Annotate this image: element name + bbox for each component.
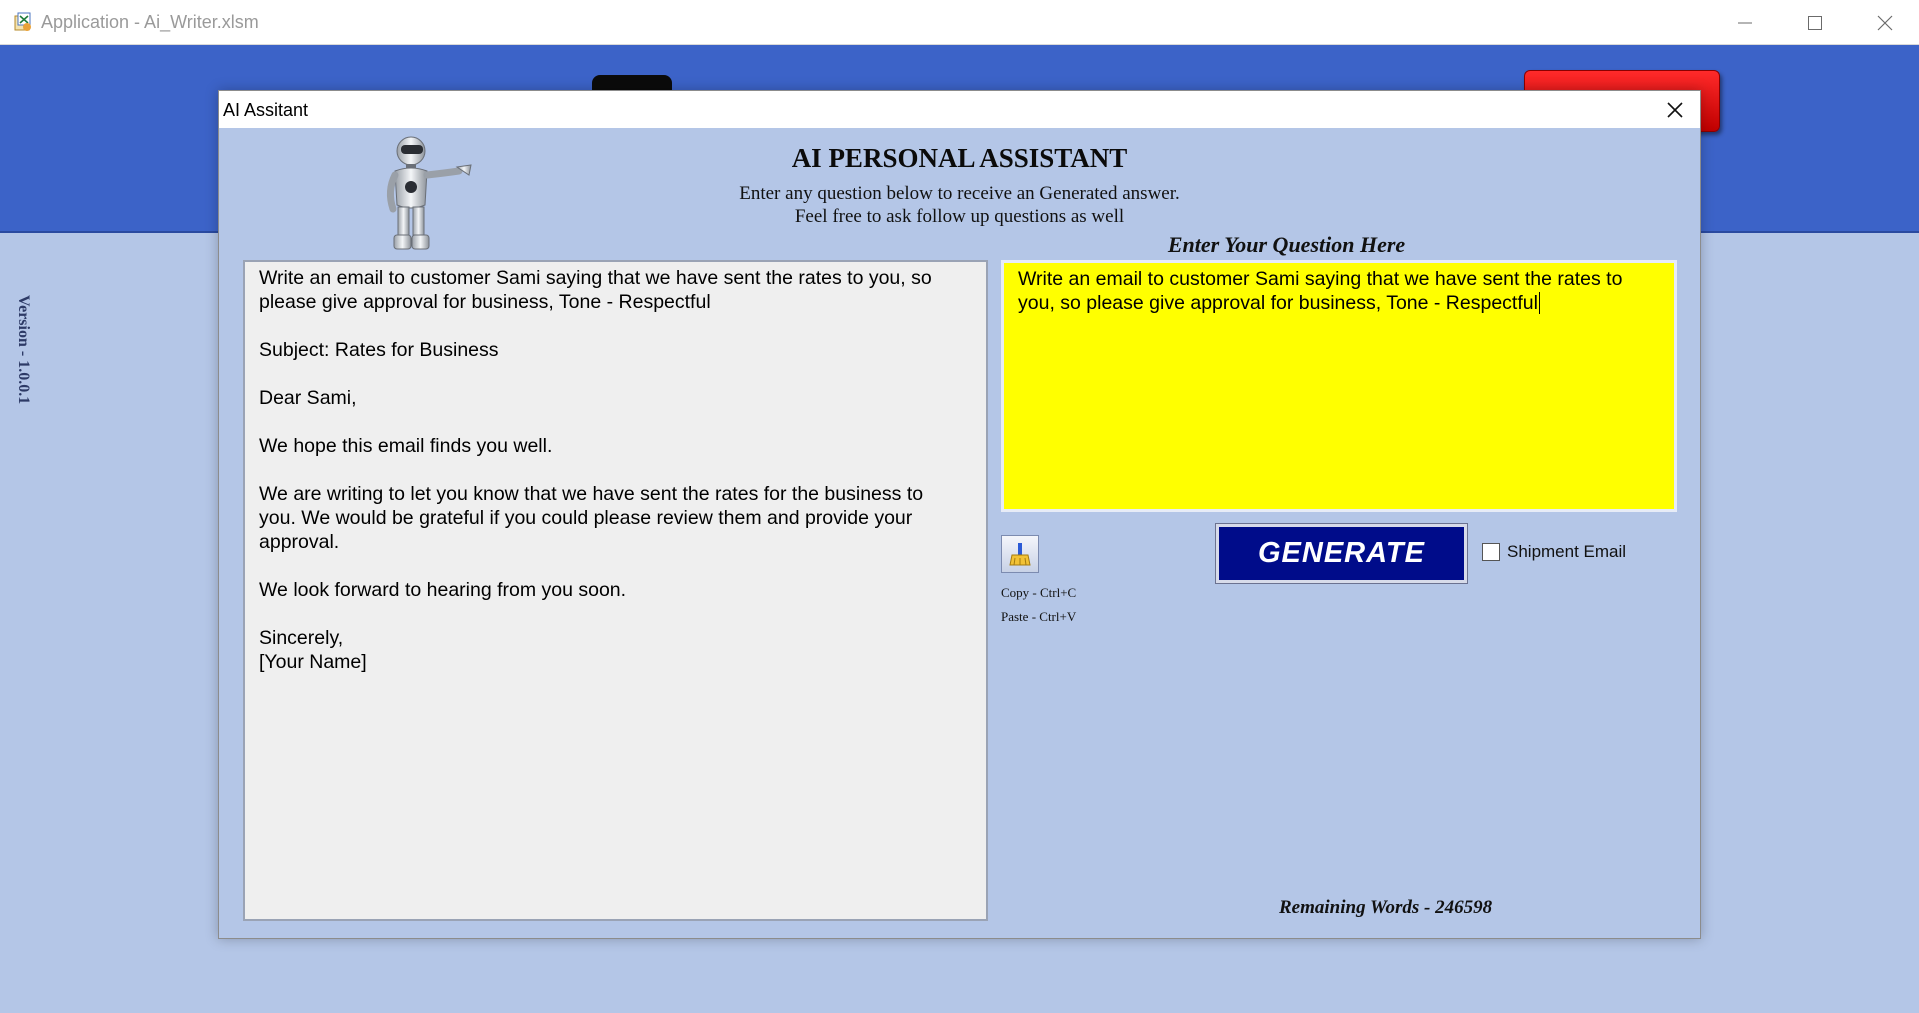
excel-app-icon	[14, 12, 31, 31]
paste-hint: Paste - Ctrl+V	[1001, 609, 1077, 624]
broom-clear-icon	[1009, 543, 1031, 566]
question-label: Enter Your Question Here	[1167, 232, 1406, 257]
copy-hint: Copy - Ctrl+C	[1001, 585, 1077, 600]
clear-button[interactable]	[1001, 535, 1039, 573]
remaining-words: Remaining Words - 246598	[1279, 897, 1493, 918]
app-titlebar: Application - Ai_Writer.xlsm	[0, 0, 1919, 45]
text-caret	[1538, 292, 1540, 314]
minimize-button[interactable]	[1709, 0, 1781, 45]
shipment-email-checkbox[interactable]	[1482, 543, 1500, 561]
question-text: Write an email to customer Sami saying t…	[1018, 268, 1623, 314]
maximize-button[interactable]	[1779, 0, 1851, 45]
close-icon	[1667, 102, 1683, 118]
minimize-icon	[1738, 22, 1752, 23]
dialog-heading: AI PERSONAL ASSISTANT	[791, 143, 1128, 173]
generate-button[interactable]: GENERATE	[1215, 523, 1468, 584]
version-label: Version - 1.0.0.1	[15, 295, 32, 405]
maximize-icon	[1808, 15, 1822, 30]
question-textbox[interactable]: Write an email to customer Sami saying t…	[1001, 260, 1677, 512]
close-icon	[1877, 15, 1893, 30]
app-title: Application - Ai_Writer.xlsm	[41, 12, 259, 32]
dialog-subtitle-line2: Feel free to ask follow up questions as …	[794, 206, 1125, 227]
dialog-close-button[interactable]	[1659, 94, 1691, 126]
ai-assistant-dialog: AI Assitant AI PERSONAL ASSISTANT Enter …	[218, 90, 1701, 939]
dialog-titlebar: AI Assitant	[219, 91, 1700, 128]
shipment-email-label[interactable]: Shipment Email	[1507, 542, 1626, 562]
close-button[interactable]	[1849, 0, 1919, 45]
dialog-title: AI Assitant	[223, 100, 309, 120]
dialog-subtitle-line1: Enter any question below to receive an G…	[739, 183, 1180, 204]
answer-textbox[interactable]: Write an email to customer Sami saying t…	[243, 260, 988, 921]
